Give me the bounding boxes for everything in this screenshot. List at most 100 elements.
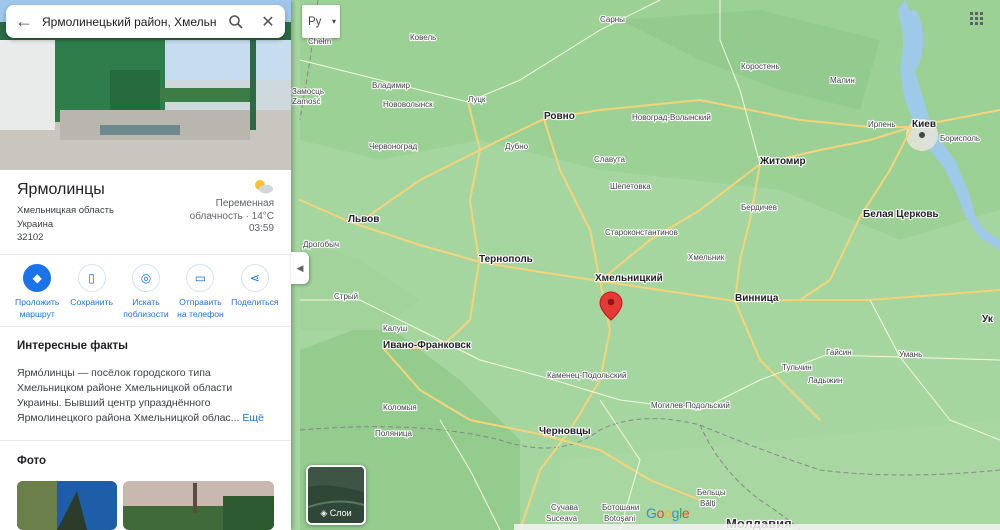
send-label-2: на телефон bbox=[177, 309, 224, 319]
language-label: Ру bbox=[308, 15, 322, 28]
place-panel: ← Ярмолинецький район, Хмельн ✕ Ярмолинц… bbox=[0, 0, 291, 530]
city-minor-label[interactable]: Ковель bbox=[409, 32, 437, 43]
place-address: Хмельницкая область Украина 32102 bbox=[17, 204, 114, 245]
city-minor-label[interactable]: Ирпень bbox=[867, 119, 897, 130]
divider bbox=[0, 254, 291, 255]
place-header: Ярмолинцы Хмельницкая область Украина 32… bbox=[17, 181, 114, 245]
nearby-button[interactable]: ◎ Искать поблизости bbox=[119, 264, 173, 320]
share-label: Поделиться bbox=[231, 297, 279, 307]
city-major-label[interactable]: Ровно bbox=[543, 110, 576, 123]
address-line-postcode: 32102 bbox=[17, 232, 44, 243]
photos-title: Фото bbox=[17, 455, 47, 467]
city-minor-label[interactable]: Ладыжин bbox=[807, 375, 844, 386]
city-major-label[interactable]: Житомир bbox=[758, 155, 807, 168]
layers-button[interactable]: ◈ Слои bbox=[306, 465, 366, 525]
city-minor-label[interactable]: Бердичев bbox=[740, 202, 778, 213]
send-label: Отправить bbox=[179, 297, 222, 307]
city-minor-label[interactable]: Каменец-Подольский bbox=[546, 370, 628, 381]
divider bbox=[0, 440, 291, 441]
city-minor-label[interactable]: Могилев-Подольский bbox=[650, 400, 731, 411]
map-language-selector[interactable]: Ру ▾ bbox=[302, 5, 340, 38]
city-minor-label[interactable]: Дубно bbox=[504, 141, 530, 152]
search-box[interactable]: ← Ярмолинецький район, Хмельн ✕ bbox=[6, 5, 285, 38]
close-icon[interactable]: ✕ bbox=[251, 5, 285, 38]
weather-partly-cloudy-icon bbox=[255, 180, 273, 194]
city-minor-label[interactable]: Владимир bbox=[371, 80, 412, 91]
weather-info: Переменная облачность · 14°C 03:59 bbox=[190, 198, 274, 236]
city-major-label[interactable]: Тернополь bbox=[478, 253, 534, 266]
directions-icon: ◆ bbox=[23, 264, 52, 292]
facts-text: Ярмо́линцы — посёлок городского типа Хме… bbox=[17, 366, 279, 426]
city-minor-label[interactable]: Бельцы bbox=[696, 487, 727, 498]
facts-more-link[interactable]: Ещё bbox=[242, 412, 263, 424]
city-major-label[interactable]: Черновцы bbox=[538, 425, 592, 438]
share-button[interactable]: ⋖ Поделиться bbox=[228, 264, 282, 320]
action-buttons: ◆ Проложить маршрут ▯ Сохранить ◎ Искать п… bbox=[10, 264, 282, 320]
chevron-down-icon: ▾ bbox=[331, 17, 336, 26]
city-major-label[interactable]: Львов bbox=[347, 213, 381, 226]
city-minor-label[interactable]: Замосць bbox=[291, 86, 325, 97]
send-to-phone-icon: ▭ bbox=[186, 264, 215, 292]
city-minor-label[interactable]: Дрогобыч bbox=[302, 239, 340, 250]
google-logo: Google bbox=[646, 505, 690, 521]
city-minor-label[interactable]: Славута bbox=[593, 154, 627, 165]
city-minor-label[interactable]: Малин bbox=[829, 75, 856, 86]
city-minor-label[interactable]: Червоноград bbox=[368, 141, 419, 152]
weather-temp: облачность · 14°C bbox=[189, 210, 274, 222]
city-major-label[interactable]: Ук bbox=[981, 313, 995, 326]
city-minor-label[interactable]: Тульчин bbox=[781, 362, 813, 373]
city-major-label[interactable]: Ивано-Франковск bbox=[382, 339, 473, 352]
layers-label: Слои bbox=[329, 508, 352, 518]
directions-label: Проложить bbox=[15, 297, 60, 307]
city-minor-label[interactable]: Chełm bbox=[307, 36, 333, 47]
collapse-panel-button[interactable]: ◀ bbox=[291, 252, 309, 284]
city-minor-label[interactable]: Поляница bbox=[374, 428, 414, 439]
nearby-label: Искать bbox=[132, 297, 160, 307]
city-minor-label[interactable]: Староконстантинов bbox=[604, 227, 679, 238]
city-minor-label[interactable]: Коломыя bbox=[382, 402, 418, 413]
city-minor-label[interactable]: Сучава bbox=[550, 502, 580, 513]
city-minor-label[interactable]: Шепетовка bbox=[609, 181, 652, 192]
search-icon[interactable] bbox=[221, 5, 251, 38]
back-arrow-icon[interactable]: ← bbox=[6, 5, 42, 38]
local-time: 03:59 bbox=[248, 223, 274, 234]
city-major-label[interactable]: Хмельницкий bbox=[594, 272, 664, 285]
nearby-label-2: поблизости bbox=[123, 309, 169, 319]
chevron-left-icon: ◀ bbox=[296, 262, 304, 273]
directions-button[interactable]: ◆ Проложить маршрут bbox=[10, 264, 64, 320]
photo-thumbnail[interactable] bbox=[123, 481, 274, 530]
city-minor-label[interactable]: Умань bbox=[898, 349, 923, 360]
apps-grid-icon[interactable] bbox=[970, 12, 984, 26]
city-minor-label[interactable]: Хмельник bbox=[687, 252, 726, 263]
save-button[interactable]: ▯ Сохранить bbox=[64, 264, 118, 320]
weather-condition: Переменная bbox=[215, 198, 274, 209]
city-minor-label[interactable]: Луцк bbox=[467, 94, 487, 105]
city-minor-label[interactable]: Сарны bbox=[599, 14, 626, 25]
save-label: Сохранить bbox=[70, 297, 113, 307]
address-line-country: Украина bbox=[17, 218, 54, 230]
map-footer bbox=[514, 524, 1000, 530]
send-to-phone-button[interactable]: ▭ Отправить на телефон bbox=[173, 264, 227, 320]
city-minor-label[interactable]: Suceava bbox=[545, 513, 579, 524]
city-minor-label[interactable]: Борисполь bbox=[939, 133, 981, 144]
facts-title: Интересные факты bbox=[17, 340, 128, 352]
city-major-label[interactable]: Киев bbox=[911, 118, 937, 131]
city-minor-label[interactable]: Ботошани bbox=[601, 502, 641, 513]
nearby-icon: ◎ bbox=[132, 264, 161, 292]
city-minor-label[interactable]: Калуш bbox=[382, 323, 408, 334]
city-major-label[interactable]: Винница bbox=[734, 292, 780, 305]
place-name: Ярмолинцы bbox=[17, 181, 105, 198]
city-minor-label[interactable]: Коростень bbox=[740, 61, 781, 72]
bookmark-icon: ▯ bbox=[77, 264, 106, 292]
photo-thumbnail[interactable] bbox=[17, 481, 117, 530]
directions-label-2: маршрут bbox=[19, 309, 55, 319]
city-minor-label[interactable]: Bălți bbox=[699, 498, 717, 509]
city-minor-label[interactable]: Новоград-Волынский bbox=[631, 112, 712, 123]
city-minor-label[interactable]: Zamość bbox=[291, 96, 322, 107]
city-minor-label[interactable]: Нововолынск bbox=[382, 99, 434, 110]
city-major-label[interactable]: Белая Церковь bbox=[862, 208, 940, 221]
city-minor-label[interactable]: Гайсин bbox=[825, 347, 853, 358]
search-input[interactable]: Ярмолинецький район, Хмельн bbox=[42, 15, 221, 29]
city-minor-label[interactable]: Стрый bbox=[333, 291, 359, 302]
city-minor-label[interactable]: Botoșani bbox=[603, 513, 637, 524]
